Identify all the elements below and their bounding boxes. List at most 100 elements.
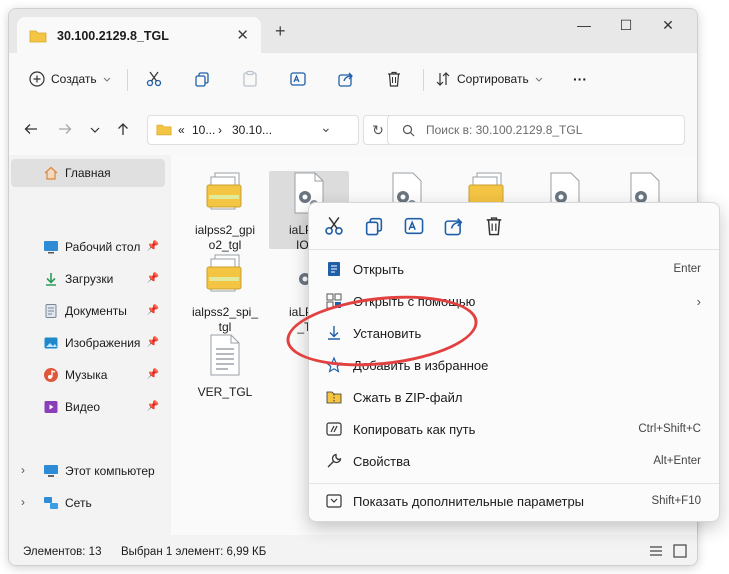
- title-bar: 30.100.2129.8_TGL ✕ + — ☐ ✕: [9, 9, 697, 53]
- sidebar-item-network[interactable]: › Сеть: [11, 489, 165, 517]
- chevron-down-icon: [535, 77, 543, 82]
- up-arrow-icon[interactable]: [115, 121, 131, 137]
- tab-current-folder[interactable]: 30.100.2129.8_TGL ✕: [17, 17, 261, 53]
- pin-icon[interactable]: 📌: [147, 401, 159, 412]
- text-file-icon: [210, 334, 240, 376]
- toolbar-divider: [127, 69, 128, 91]
- minimize-button[interactable]: —: [569, 17, 599, 33]
- sidebar-item-music[interactable]: Музыка 📌: [11, 361, 165, 389]
- breadcrumb-overflow[interactable]: «: [178, 123, 185, 137]
- share-icon[interactable]: [337, 67, 355, 91]
- menu-divider: [309, 483, 719, 484]
- tab-title: 30.100.2129.8_TGL: [57, 29, 169, 43]
- desktop-icon: [44, 241, 58, 254]
- setup-info-file-icon: [206, 254, 242, 292]
- search-input[interactable]: Поиск в: 30.100.2129.8_TGL: [387, 115, 685, 145]
- recent-chevron-icon[interactable]: [89, 125, 101, 135]
- navigation-pane: Главная Рабочий стол 📌 Загрузки 📌 Докуме…: [9, 155, 171, 535]
- sidebar-item-images[interactable]: Изображения 📌: [11, 329, 165, 357]
- chevron-down-icon: [103, 77, 110, 82]
- sidebar-item-this-pc[interactable]: › Этот компьютер: [11, 457, 165, 485]
- paste-icon[interactable]: [241, 67, 259, 91]
- close-window-button[interactable]: ✕: [653, 17, 683, 34]
- copy-icon[interactable]: [363, 215, 385, 237]
- expand-chevron-icon[interactable]: ›: [21, 463, 25, 477]
- forward-arrow-icon[interactable]: [57, 121, 73, 137]
- wrench-icon: [327, 453, 342, 468]
- pin-icon[interactable]: 📌: [147, 241, 159, 252]
- pin-icon[interactable]: 📌: [147, 305, 159, 316]
- menu-item-more-options[interactable]: Показать дополнительные параметры Shift+…: [313, 487, 715, 515]
- details-view-icon[interactable]: [649, 545, 663, 557]
- sidebar-item-label: Музыка: [65, 368, 108, 382]
- sort-button[interactable]: Сортировать: [435, 67, 543, 91]
- breadcrumb-item[interactable]: 30.10...: [232, 123, 272, 137]
- sidebar-item-documents[interactable]: Документы 📌: [11, 297, 165, 325]
- create-label: Создать: [51, 72, 97, 86]
- plus-circle-icon: [29, 71, 45, 87]
- more-options-button[interactable]: ···: [573, 67, 587, 91]
- rename-icon[interactable]: [289, 67, 307, 91]
- menu-item-open[interactable]: Открыть Enter: [313, 255, 715, 283]
- menu-divider: [309, 249, 719, 250]
- sidebar-item-desktop[interactable]: Рабочий стол 📌: [11, 233, 165, 261]
- rename-icon[interactable]: [403, 215, 425, 237]
- file-label: ialpss2_gpi o2_tgl: [194, 223, 256, 252]
- images-icon: [44, 337, 58, 349]
- sidebar-item-label: Этот компьютер: [65, 464, 155, 478]
- close-tab-icon[interactable]: ✕: [236, 26, 249, 44]
- file-item[interactable]: ialpss2_gpi o2_tgl: [185, 171, 265, 253]
- pin-icon[interactable]: 📌: [147, 369, 159, 380]
- music-icon: [44, 368, 58, 382]
- address-dropdown-icon[interactable]: ⌄: [320, 119, 332, 136]
- pin-icon[interactable]: 📌: [147, 337, 159, 348]
- video-icon: [44, 401, 58, 413]
- status-bar: Элементов: 13 Выбран 1 элемент: 6,99 КБ: [9, 535, 697, 565]
- documents-icon: [45, 304, 57, 318]
- sidebar-item-label: Главная: [65, 166, 111, 180]
- search-icon: [402, 124, 415, 137]
- home-icon: [44, 166, 58, 180]
- file-label: ialpss2_spi_ tgl: [191, 305, 259, 334]
- share-icon[interactable]: [443, 215, 465, 237]
- context-menu-quick-actions: [317, 211, 517, 241]
- pin-icon[interactable]: 📌: [147, 273, 159, 284]
- maximize-button[interactable]: ☐: [611, 17, 641, 34]
- command-bar: Создать Сортировать ···: [9, 53, 697, 106]
- computer-icon: [44, 465, 58, 477]
- sidebar-item-downloads[interactable]: Загрузки 📌: [11, 265, 165, 293]
- file-item[interactable]: VER_TGL: [185, 333, 265, 400]
- folder-icon: [156, 124, 172, 136]
- sort-icon: [436, 72, 450, 86]
- sidebar-item-video[interactable]: Видео 📌: [11, 393, 165, 421]
- cut-icon[interactable]: [323, 215, 345, 237]
- delete-icon[interactable]: [483, 215, 505, 237]
- menu-item-zip[interactable]: Сжать в ZIP-файл: [313, 383, 715, 411]
- toolbar-divider: [423, 69, 424, 91]
- copy-icon[interactable]: [193, 67, 211, 91]
- expand-chevron-icon[interactable]: ›: [21, 495, 25, 509]
- folder-icon: [29, 30, 47, 43]
- submenu-chevron-icon: ›: [696, 293, 701, 309]
- sort-label: Сортировать: [457, 72, 529, 86]
- sidebar-item-label: Документы: [65, 304, 127, 318]
- back-arrow-icon[interactable]: [23, 121, 39, 137]
- menu-item-copy-path[interactable]: Копировать как путь Ctrl+Shift+C: [313, 415, 715, 443]
- sidebar-item-home[interactable]: Главная: [11, 159, 165, 187]
- new-tab-button[interactable]: +: [275, 21, 286, 42]
- sidebar-item-label: Сеть: [65, 496, 92, 510]
- menu-item-label: Свойства: [353, 453, 411, 469]
- file-item[interactable]: ialpss2_spi_ tgl: [185, 253, 265, 335]
- menu-item-label: Показать дополнительные параметры: [353, 493, 585, 509]
- tiles-view-icon[interactable]: [673, 544, 687, 558]
- cut-icon[interactable]: [145, 67, 163, 91]
- menu-item-label: Копировать как путь: [353, 421, 476, 437]
- address-bar[interactable]: « 10... › 30.10... ⌄: [147, 115, 359, 145]
- menu-item-properties[interactable]: Свойства Alt+Enter: [313, 447, 715, 475]
- create-button[interactable]: Создать: [29, 67, 111, 91]
- sidebar-item-label: Видео: [65, 400, 101, 414]
- menu-item-label: Сжать в ZIP-файл: [353, 389, 463, 405]
- menu-shortcut: Ctrl+Shift+C: [638, 423, 701, 435]
- delete-icon[interactable]: [385, 67, 403, 91]
- breadcrumb-item[interactable]: 10...: [192, 123, 215, 137]
